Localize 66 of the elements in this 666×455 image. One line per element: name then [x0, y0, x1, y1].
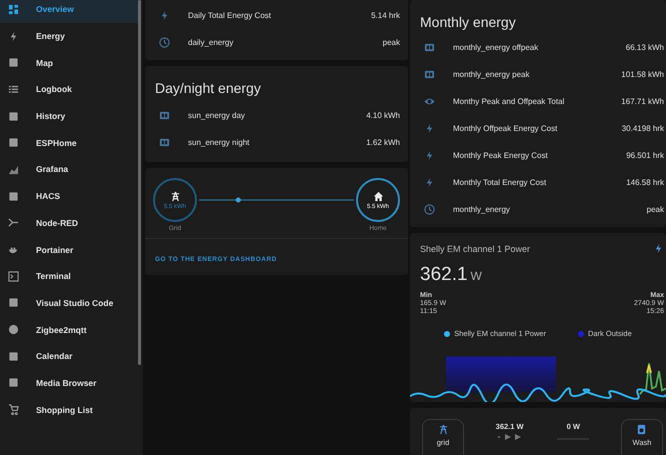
entity-value: 167.71 kWh — [621, 97, 664, 106]
power-unit: W — [470, 269, 482, 283]
entity-name: Monthly Peak Energy Cost — [453, 151, 549, 160]
transmission-tower-icon — [438, 424, 448, 435]
sidebar-item[interactable]: ESPHome — [0, 129, 138, 156]
sidebar-item[interactable]: Overview — [0, 0, 138, 23]
entity-name: Monthly Total Energy Cost — [453, 178, 548, 187]
entity-name: daily_energy — [188, 38, 234, 47]
meter-icon — [424, 69, 435, 80]
bolt-icon — [653, 243, 664, 254]
sidebar-item[interactable]: Energy — [0, 22, 138, 50]
entity-value: 146.58 hrk — [626, 178, 664, 187]
sidebar-item[interactable]: Map — [0, 49, 138, 76]
bolt-icon — [424, 123, 435, 134]
graph-icon — [8, 164, 19, 175]
bolt-icon — [159, 10, 170, 21]
list-icon — [8, 84, 19, 95]
entity-name: sun_energy night — [188, 138, 250, 147]
clock-icon — [159, 37, 170, 48]
entity-name: monthly_energy — [453, 205, 511, 214]
meter-icon — [159, 110, 170, 121]
sidebar-item[interactable]: HACS — [0, 182, 138, 210]
sidebar-item[interactable]: Calendar — [0, 342, 138, 370]
sidebar-item[interactable]: Shopping List — [0, 396, 138, 423]
power-value: 362.1 — [420, 264, 468, 286]
cart-icon — [8, 404, 19, 416]
entity-value: 96.501 hrk — [626, 151, 664, 160]
entity-name: Monthy Peak and Offpeak Total — [453, 97, 566, 106]
nodes-icon — [8, 217, 19, 228]
clock-icon — [424, 204, 435, 215]
entity-name: sun_energy day — [188, 111, 246, 120]
card-title: Day/night energy — [154, 79, 262, 98]
sidebar-item[interactable]: Visual Studio Code — [0, 290, 138, 316]
entity-value: 30.4198 hrk — [622, 124, 664, 133]
entity-value: 4.10 kWh — [366, 111, 400, 120]
entity-value: 5.14 hrk — [371, 11, 400, 20]
washing-machine-icon — [636, 424, 648, 435]
sidebar-item[interactable]: Portainer — [0, 236, 138, 263]
entity-value: 101.58 kWh — [621, 70, 664, 79]
entity-value: 1.62 kWh — [366, 138, 400, 147]
sidebar-item[interactable]: Logbook — [0, 76, 138, 103]
entity-name: Monthly Offpeak Energy Cost — [453, 124, 558, 133]
bolt-icon — [424, 150, 435, 161]
card-title: Shelly EM channel 1 Power — [420, 244, 530, 254]
entity-name: monthly_energy offpeak — [453, 43, 540, 52]
sidebar-item[interactable]: Zigbee2mqtt — [0, 316, 138, 343]
entity-value: peak — [646, 205, 664, 214]
entity-value: 66.13 kWh — [626, 43, 664, 52]
bolt-icon — [8, 30, 19, 42]
meter-icon — [159, 137, 170, 148]
sidebar-item[interactable]: Terminal — [0, 262, 138, 290]
entity-name: monthly_energy peak — [453, 70, 530, 79]
sidebar-item[interactable]: Grafana — [0, 156, 138, 183]
meter-icon — [424, 42, 435, 53]
transmission-tower-icon — [170, 190, 180, 202]
sidebar-item[interactable]: Media Browser — [0, 370, 138, 396]
house-icon — [372, 190, 384, 202]
bolt-icon — [424, 177, 435, 188]
terminal-icon — [8, 270, 19, 282]
eye-icon — [424, 96, 435, 107]
card-title: Monthly energy — [419, 13, 517, 32]
sidebar-item[interactable]: History — [0, 102, 138, 130]
entity-value: peak — [382, 38, 400, 47]
grid-icon — [8, 4, 19, 15]
sidebar-item[interactable]: Node-RED — [0, 210, 138, 236]
entity-name: Daily Total Energy Cost — [188, 11, 272, 20]
